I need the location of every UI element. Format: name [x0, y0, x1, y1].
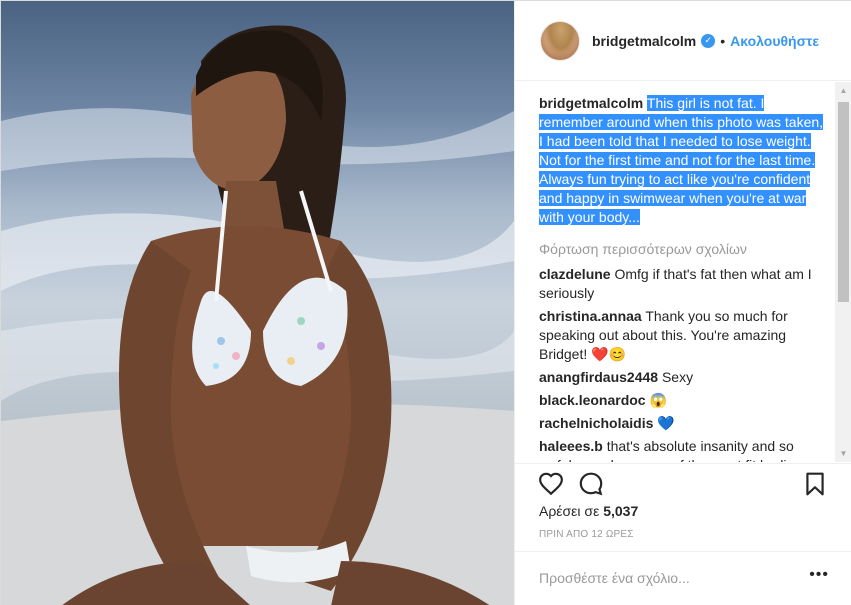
comment-icon[interactable] — [578, 471, 604, 497]
comment-username[interactable]: christina.annaa — [539, 308, 642, 324]
comment-item: anangfirdaus2448 Sexy — [539, 368, 829, 387]
scrollbar-thumb[interactable] — [838, 102, 849, 302]
load-more-comments-button[interactable]: Φόρτωση περισσότερων σχολίων — [539, 241, 829, 257]
user-avatar[interactable] — [540, 20, 580, 61]
likes-number[interactable]: 5,037 — [603, 503, 638, 519]
comment-emoji: 💙 — [657, 415, 675, 431]
post-header: bridgetmalcolm ✓ • Ακολουθήστε — [515, 1, 851, 81]
add-comment-input[interactable]: Προσθέστε ένα σχόλιο... — [539, 570, 690, 586]
add-comment-section: Προσθέστε ένα σχόλιο... ••• — [515, 551, 851, 605]
comment-item: christina.annaa Thank you so much for sp… — [539, 307, 829, 364]
likes-count[interactable]: Αρέσει σε 5,037 — [539, 503, 638, 519]
comment-username[interactable]: rachelnicholaidis — [539, 415, 653, 431]
post-photo[interactable] — [1, 1, 514, 605]
comment-emoji: ❤️😊 — [591, 346, 627, 362]
comment-username[interactable]: anangfirdaus2448 — [539, 369, 658, 385]
comment-emoji: 😱 — [649, 392, 667, 408]
photo-illustration — [1, 25, 514, 605]
likes-prefix: Αρέσει σε — [539, 503, 600, 519]
post-timestamp: ΠΡΙΝ ΑΠΟ 12 ΩΡΕΣ — [539, 529, 634, 540]
caption-text: This girl is not fat. I remember around … — [539, 95, 824, 225]
comment-item: black.leonardoc 😱 — [539, 391, 829, 410]
post-window: bridgetmalcolm ✓ • Ακολουθήστε bridgetma… — [0, 0, 851, 605]
post-username[interactable]: bridgetmalcolm — [592, 33, 696, 49]
comment-item: rachelnicholaidis 💙 — [539, 414, 829, 433]
verified-badge-icon: ✓ — [701, 33, 716, 48]
comments-scrollbar[interactable]: ▲ ▼ — [835, 82, 851, 462]
post-actions-bar — [515, 463, 851, 501]
comment-text: Sexy — [661, 369, 694, 385]
comment-username[interactable]: haleees.b — [539, 438, 603, 454]
bookmark-icon[interactable] — [802, 471, 828, 497]
comment-item: clazdelune Omfg if that's fat then what … — [539, 265, 829, 303]
more-options-icon[interactable]: ••• — [809, 566, 829, 584]
caption: bridgetmalcolm This girl is not fat. I r… — [539, 94, 829, 227]
comments-list[interactable]: bridgetmalcolm This girl is not fat. I r… — [515, 82, 851, 462]
heart-icon[interactable] — [538, 471, 564, 497]
header-separator: • — [720, 32, 726, 49]
comment-username[interactable]: black.leonardoc — [539, 392, 646, 408]
comment-item: haleees.b that's absolute insanity and s… — [539, 437, 829, 462]
caption-username[interactable]: bridgetmalcolm — [539, 95, 643, 111]
follow-button[interactable]: Ακολουθήστε — [730, 33, 819, 49]
post-side-panel: bridgetmalcolm ✓ • Ακολουθήστε bridgetma… — [514, 1, 851, 605]
scroll-up-arrow-icon[interactable]: ▲ — [835, 82, 851, 99]
scroll-down-arrow-icon[interactable]: ▼ — [835, 445, 851, 462]
comment-username[interactable]: clazdelune — [539, 266, 611, 282]
